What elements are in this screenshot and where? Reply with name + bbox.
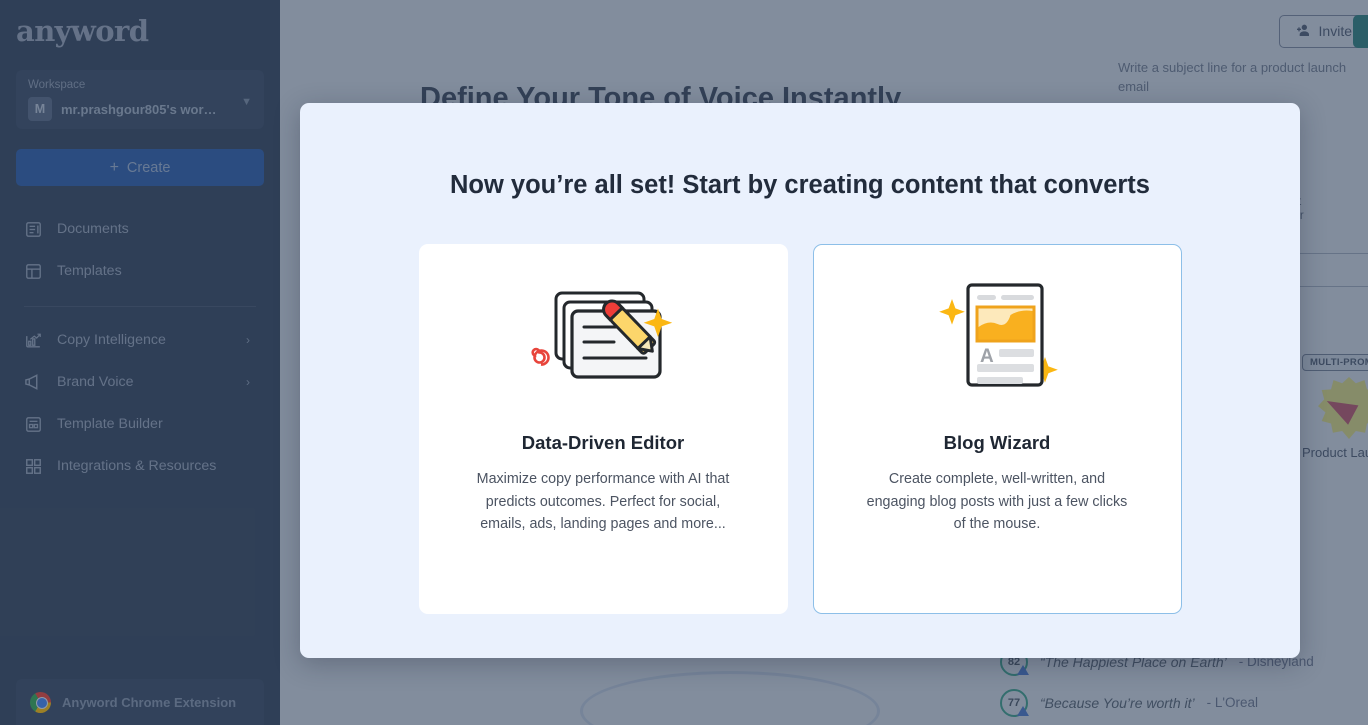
card-data-driven-editor[interactable]: Data-Driven Editor Maximize copy perform…	[418, 244, 788, 614]
blog-document-icon: A	[814, 245, 1181, 430]
svg-text:A: A	[980, 346, 994, 367]
documents-pencil-icon	[420, 245, 787, 430]
card-title: Data-Driven Editor	[521, 432, 685, 453]
modal-card-list: Data-Driven Editor Maximize copy perform…	[300, 244, 1300, 614]
card-description: Maximize copy performance with AI that p…	[476, 471, 730, 532]
card-blog-wizard[interactable]: A Blog Wizard Create complete, well-writ…	[812, 244, 1182, 614]
app-root: Invite Up Define Your Tone of Voice Inst…	[0, 0, 1368, 725]
onboarding-modal: Now you’re all set! Start by creating co…	[300, 103, 1300, 658]
modal-title: Now you’re all set! Start by creating co…	[450, 171, 1150, 199]
card-title: Blog Wizard	[943, 432, 1051, 453]
card-description: Create complete, well-written, and engag…	[866, 471, 1128, 532]
